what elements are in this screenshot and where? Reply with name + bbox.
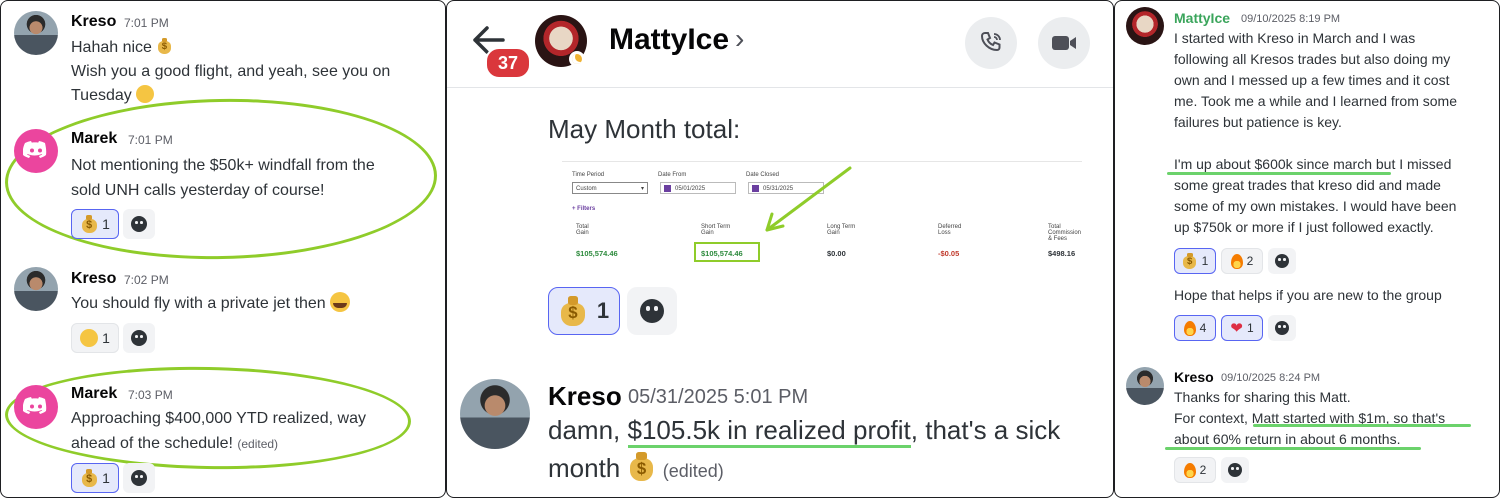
message-text: Thanks for sharing this Matt. For contex… xyxy=(1174,389,1446,447)
timestamp: 7:02 PM xyxy=(124,273,169,287)
timestamp: 09/10/2025 8:24 PM xyxy=(1221,372,1321,384)
add-reaction-icon xyxy=(1228,463,1242,477)
reaction-fire[interactable]: 2 xyxy=(1221,248,1263,274)
header-divider xyxy=(447,87,1113,88)
author-name[interactable]: Marek xyxy=(71,130,117,148)
author-name[interactable]: Marek xyxy=(71,385,117,403)
message-text: Not mentioning the $50k+ windfall from t… xyxy=(71,157,375,199)
chat-panel-right: MattyIce 09/10/2025 8:19 PM I started wi… xyxy=(1114,0,1500,498)
message-text: Approaching $400,000 YTD realized, way a… xyxy=(71,410,366,452)
chat-panel-mobile: 37 MattyIce › May Month total: Time Peri… xyxy=(446,0,1114,498)
phone-icon xyxy=(980,32,1001,52)
avatar[interactable] xyxy=(14,129,58,173)
add-reaction-icon xyxy=(131,330,147,346)
message-text: Hope that helps if you are new to the gr… xyxy=(1174,287,1442,303)
reaction-fire[interactable]: 4 xyxy=(1174,315,1216,341)
add-reaction-icon xyxy=(1275,254,1289,268)
message-text: damn, $105.5k in realized profit, that's… xyxy=(548,411,1060,490)
add-reaction-button[interactable] xyxy=(123,323,155,353)
add-reaction-icon xyxy=(131,216,147,232)
reaction-laughing-tears[interactable]: 1 xyxy=(71,323,119,353)
money-bag-icon xyxy=(156,37,172,55)
timestamp: 7:03 PM xyxy=(128,388,173,402)
timestamp: 09/10/2025 8:19 PM xyxy=(1241,13,1341,25)
add-reaction-icon xyxy=(1275,321,1289,335)
status-moon-icon xyxy=(569,51,585,67)
reaction-heart[interactable]: ❤ 1 xyxy=(1221,315,1263,341)
reaction-money-bag[interactable]: 1 xyxy=(1174,248,1216,274)
money-bag-icon xyxy=(559,296,587,327)
message-text: I started with Kreso in March and I was … xyxy=(1174,30,1457,235)
add-reaction-button[interactable] xyxy=(627,287,677,335)
channel-title[interactable]: MattyIce xyxy=(609,23,729,57)
highlight-underline xyxy=(1167,172,1391,175)
add-reaction-icon xyxy=(640,299,664,323)
video-camera-icon xyxy=(1052,36,1076,50)
author-name[interactable]: Kreso xyxy=(71,270,116,288)
author-name[interactable]: Kreso xyxy=(71,13,116,31)
timestamp: 05/31/2025 5:01 PM xyxy=(628,386,809,408)
reaction-money-bag[interactable]: 1 xyxy=(71,209,119,239)
message-text: You should fly with a private jet then xyxy=(71,292,351,315)
smiley-emoji-icon xyxy=(136,85,155,103)
highlight-underline xyxy=(1165,447,1421,450)
reaction-money-bag[interactable]: 1 xyxy=(548,287,620,335)
money-bag-icon xyxy=(80,468,98,488)
reaction-money-bag[interactable]: 1 xyxy=(71,463,119,493)
add-reaction-button[interactable] xyxy=(1268,248,1296,274)
money-bag-icon xyxy=(1182,252,1198,270)
message-text: May Month total: xyxy=(548,114,741,144)
timestamp: 7:01 PM xyxy=(128,133,173,147)
add-reaction-button[interactable] xyxy=(123,209,155,239)
add-reaction-icon xyxy=(131,470,147,486)
edited-label: (edited) xyxy=(662,461,724,481)
laughing-tears-emoji-icon xyxy=(330,292,351,312)
video-call-button[interactable] xyxy=(1038,17,1090,69)
report-screenshot[interactable]: Time Period Custom ▾ Date From 05/01/202… xyxy=(562,161,1082,272)
author-name[interactable]: MattyIce xyxy=(1174,10,1230,26)
fire-icon xyxy=(1183,462,1196,478)
avatar[interactable] xyxy=(14,267,58,311)
money-bag-icon xyxy=(80,214,98,234)
chat-panel-left: Kreso 7:01 PM Hahah nice Wish you a good… xyxy=(0,0,446,498)
message-text: Hahah nice Wish you a good flight, and y… xyxy=(71,36,390,108)
unread-badge: 37 xyxy=(485,47,531,79)
add-reaction-button[interactable] xyxy=(1268,315,1296,341)
author-name[interactable]: Kreso xyxy=(1174,369,1214,385)
fire-icon xyxy=(1183,320,1196,336)
highlight-underline xyxy=(1253,424,1471,427)
reaction-fire[interactable]: 2 xyxy=(1174,457,1216,483)
chevron-right-icon[interactable]: › xyxy=(735,23,744,55)
avatar[interactable] xyxy=(14,11,58,55)
timestamp: 7:01 PM xyxy=(124,16,169,30)
laughing-tears-emoji-icon xyxy=(80,329,99,347)
add-reaction-button[interactable] xyxy=(123,463,155,493)
avatar[interactable] xyxy=(14,385,58,429)
add-reaction-button[interactable] xyxy=(1221,457,1249,483)
call-button[interactable] xyxy=(965,17,1017,69)
avatar[interactable] xyxy=(1126,7,1164,45)
money-bag-icon xyxy=(628,451,656,482)
heart-icon: ❤ xyxy=(1230,320,1243,337)
avatar[interactable] xyxy=(1126,367,1164,405)
avatar[interactable] xyxy=(460,379,530,449)
fire-icon xyxy=(1230,253,1243,269)
author-name[interactable]: Kreso xyxy=(548,381,622,412)
edited-label: (edited) xyxy=(237,437,279,451)
discord-logo-icon xyxy=(23,141,47,158)
arrow-annotation xyxy=(765,166,852,232)
discord-logo-icon xyxy=(23,397,47,414)
